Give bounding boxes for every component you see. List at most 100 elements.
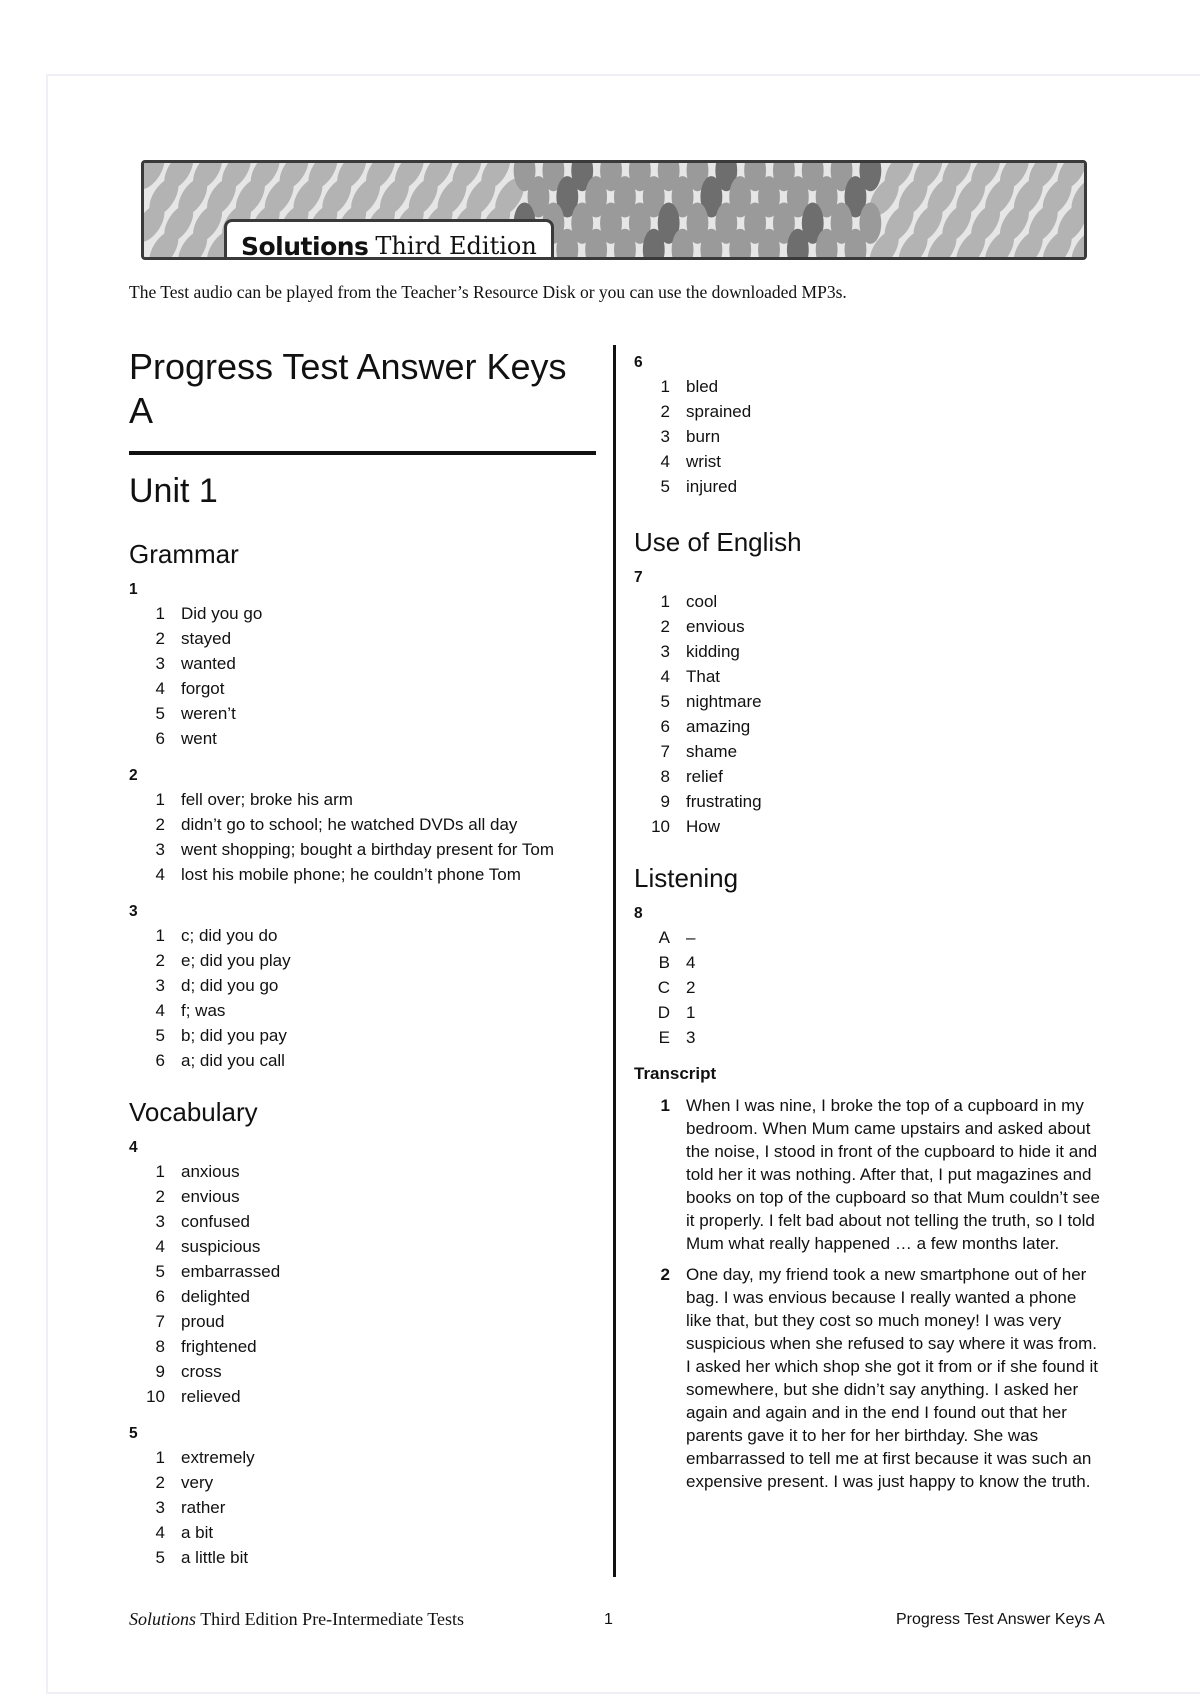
footer-doc-title: Progress Test Answer Keys A (896, 1611, 1105, 1628)
answer-item: 2 very (129, 1470, 596, 1495)
exercise-number: 2 (129, 767, 138, 784)
item-number: A (658, 928, 670, 947)
answer-item: 1 extremely (129, 1445, 596, 1470)
item-answer: fell over; broke his arm (181, 790, 353, 809)
item-number: 3 (155, 1498, 165, 1517)
answer-list: 1 cool 2 envious 3 kidding 4 That 5 nightmare 6 ama… (634, 589, 1104, 839)
item-number: 5 (660, 692, 670, 711)
section-title-use-of-english: Use of English (634, 527, 802, 557)
item-answer: e; did you play (181, 951, 291, 970)
exercise-number: 4 (129, 1139, 138, 1156)
answer-item: 2 envious (634, 614, 1104, 639)
item-answer: delighted (181, 1287, 251, 1306)
brand-logo: Solutions Third Edition (224, 219, 554, 260)
item-number: B (658, 953, 670, 972)
item-answer: a; did you call (181, 1051, 285, 1070)
item-answer: injured (686, 477, 738, 496)
answer-item: 6 went (129, 726, 596, 751)
item-number: 7 (155, 1312, 165, 1331)
item-answer: 1 (686, 1003, 696, 1022)
item-number: 9 (155, 1362, 165, 1381)
item-answer: How (686, 817, 721, 836)
item-number: C (657, 978, 670, 997)
answer-item: 6 delighted (129, 1284, 596, 1309)
item-number: 5 (155, 704, 165, 723)
item-answer: weren’t (181, 704, 236, 723)
item-number: 1 (660, 592, 670, 611)
item-number: 3 (155, 840, 165, 859)
item-answer: went shopping; bought a birthday present… (181, 840, 554, 859)
answer-item: 3 d; did you go (129, 973, 596, 998)
item-answer: forgot (181, 679, 225, 698)
item-answer: – (686, 928, 696, 947)
transcript-number: 1 (660, 1096, 670, 1115)
exercise-number: 7 (634, 569, 643, 586)
item-answer: envious (686, 617, 745, 636)
section-title-grammar: Grammar (129, 539, 239, 569)
item-number: 4 (155, 1523, 165, 1542)
answer-list: 1 anxious 2 envious 3 confused 4 suspicious 5 emb… (129, 1159, 596, 1409)
page-title: Progress Test Answer Keys A (129, 346, 567, 431)
exercise-number: 6 (634, 354, 643, 371)
item-answer: amazing (686, 717, 751, 736)
answer-item: 5 nightmare (634, 689, 1104, 714)
answer-item: 3 rather (129, 1495, 596, 1520)
answer-item: 5 injured (634, 474, 1104, 499)
item-number: 6 (155, 1051, 165, 1070)
exercise-number: 1 (129, 581, 138, 598)
item-answer: envious (181, 1187, 240, 1206)
item-number: 6 (155, 729, 165, 748)
answer-item: 4 f; was (129, 998, 596, 1023)
answer-item: 4 wrist (634, 449, 1104, 474)
answer-item: 4 forgot (129, 676, 596, 701)
answer-item: 8 frightened (129, 1334, 596, 1359)
answer-item: 2 stayed (129, 626, 596, 651)
answer-list: 1 Did you go 2 stayed 3 wanted 4 forgot 5 weren’t… (129, 601, 596, 751)
item-answer: relief (686, 767, 723, 786)
item-number: 3 (155, 1212, 165, 1231)
item-answer: extremely (181, 1448, 255, 1467)
answer-item: 1 anxious (129, 1159, 596, 1184)
answer-item: A – (634, 925, 1104, 950)
item-number: 1 (155, 790, 165, 809)
column-divider (613, 345, 616, 1577)
left-column: Progress Test Answer Keys A Unit 1 Gramm… (129, 345, 596, 1584)
answer-item: 7 shame (634, 739, 1104, 764)
footer-book-rest: Third Edition Pre-Intermediate Tests (196, 1609, 465, 1629)
answer-item: 4 suspicious (129, 1234, 596, 1259)
item-number: 10 (146, 1387, 165, 1406)
item-answer: confused (181, 1212, 250, 1231)
answer-item: 2 sprained (634, 399, 1104, 424)
item-answer: went (181, 729, 217, 748)
transcript-paragraph: 2 One day, my friend took a new smartphon… (634, 1263, 1104, 1493)
item-answer: a little bit (181, 1548, 249, 1567)
exercise-number: 5 (129, 1425, 138, 1442)
item-answer: rather (181, 1498, 226, 1517)
page-number: 1 (604, 1611, 613, 1628)
answer-item: 6 amazing (634, 714, 1104, 739)
item-answer: f; was (181, 1001, 226, 1020)
item-number: 1 (155, 926, 165, 945)
item-number: 1 (660, 377, 670, 396)
answer-list: A – B 4 C 2 D 1 E 3 (634, 925, 1104, 1050)
item-answer: nightmare (686, 692, 762, 711)
item-number: D (657, 1003, 670, 1022)
item-answer: proud (181, 1312, 225, 1331)
answer-item: 4 lost his mobile phone; he couldn’t phon… (129, 862, 596, 887)
brand-name: Solutions (241, 231, 369, 260)
item-number: 3 (155, 976, 165, 995)
item-answer: wanted (181, 654, 236, 673)
exercise-number: 8 (634, 905, 643, 922)
transcript-label: Transcript (634, 1064, 717, 1083)
item-answer: relieved (181, 1387, 241, 1406)
item-number: 3 (660, 642, 670, 661)
answer-item: C2 (634, 975, 1104, 1000)
item-number: 7 (660, 742, 670, 761)
answer-list: 1 bled 2 sprained 3 burn 4 wrist 5 injured (634, 374, 1104, 499)
item-answer: cross (181, 1362, 222, 1381)
footer-book-title: Solutions Third Edition Pre-Intermediate… (129, 1609, 464, 1630)
exercise-number: 3 (129, 903, 138, 920)
item-answer: shame (686, 742, 738, 761)
item-number: 2 (155, 1473, 165, 1492)
answer-item: 10 How (634, 814, 1104, 839)
